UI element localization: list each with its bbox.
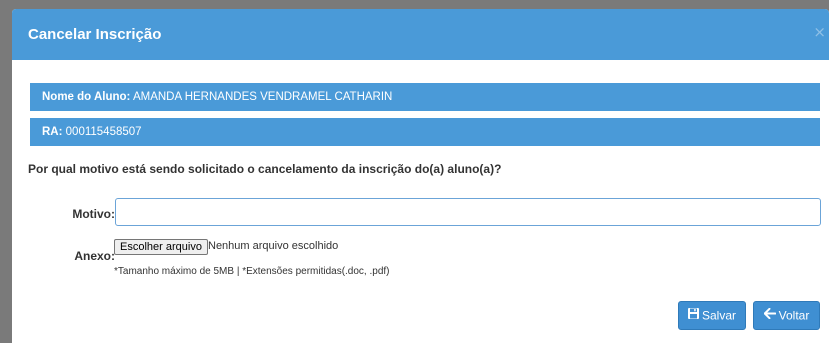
student-name-bar: Nome do Aluno: AMANDA HERNANDES VENDRAME… <box>30 83 820 111</box>
floppy-disk-icon <box>687 302 699 329</box>
student-name-label: Nome do Aluno: <box>42 91 131 103</box>
arrow-left-icon <box>763 302 776 329</box>
anexo-label: Anexo: <box>74 249 115 263</box>
file-status-text: Nenhum arquivo escolhido <box>208 240 339 252</box>
choose-file-button[interactable]: Escolher arquivo <box>114 239 208 255</box>
close-icon[interactable]: × <box>813 23 826 41</box>
back-button-label: Voltar <box>778 308 810 323</box>
cancel-reason-question: Por qual motivo está sendo solicitado o … <box>28 162 502 176</box>
file-hint-text: *Tamanho máximo de 5MB | *Extensões perm… <box>114 266 390 277</box>
motivo-input[interactable] <box>115 198 821 226</box>
save-button[interactable]: Salvar <box>678 301 746 330</box>
motivo-label: Motivo: <box>72 207 115 221</box>
save-button-label: Salvar <box>701 308 736 323</box>
modal-title: Cancelar Inscrição <box>28 26 162 43</box>
student-ra-bar: RA: 000115458507 <box>30 118 820 146</box>
modal-header: Cancelar Inscrição × <box>12 9 829 60</box>
student-ra-label: RA: <box>42 126 63 138</box>
student-name-value: AMANDA HERNANDES VENDRAMEL CATHARIN <box>132 91 393 103</box>
cancel-enrollment-modal: Cancelar Inscrição × Nome do Aluno: AMAN… <box>12 9 829 343</box>
student-ra-value: 000115458507 <box>65 126 142 138</box>
back-button[interactable]: Voltar <box>753 301 820 330</box>
